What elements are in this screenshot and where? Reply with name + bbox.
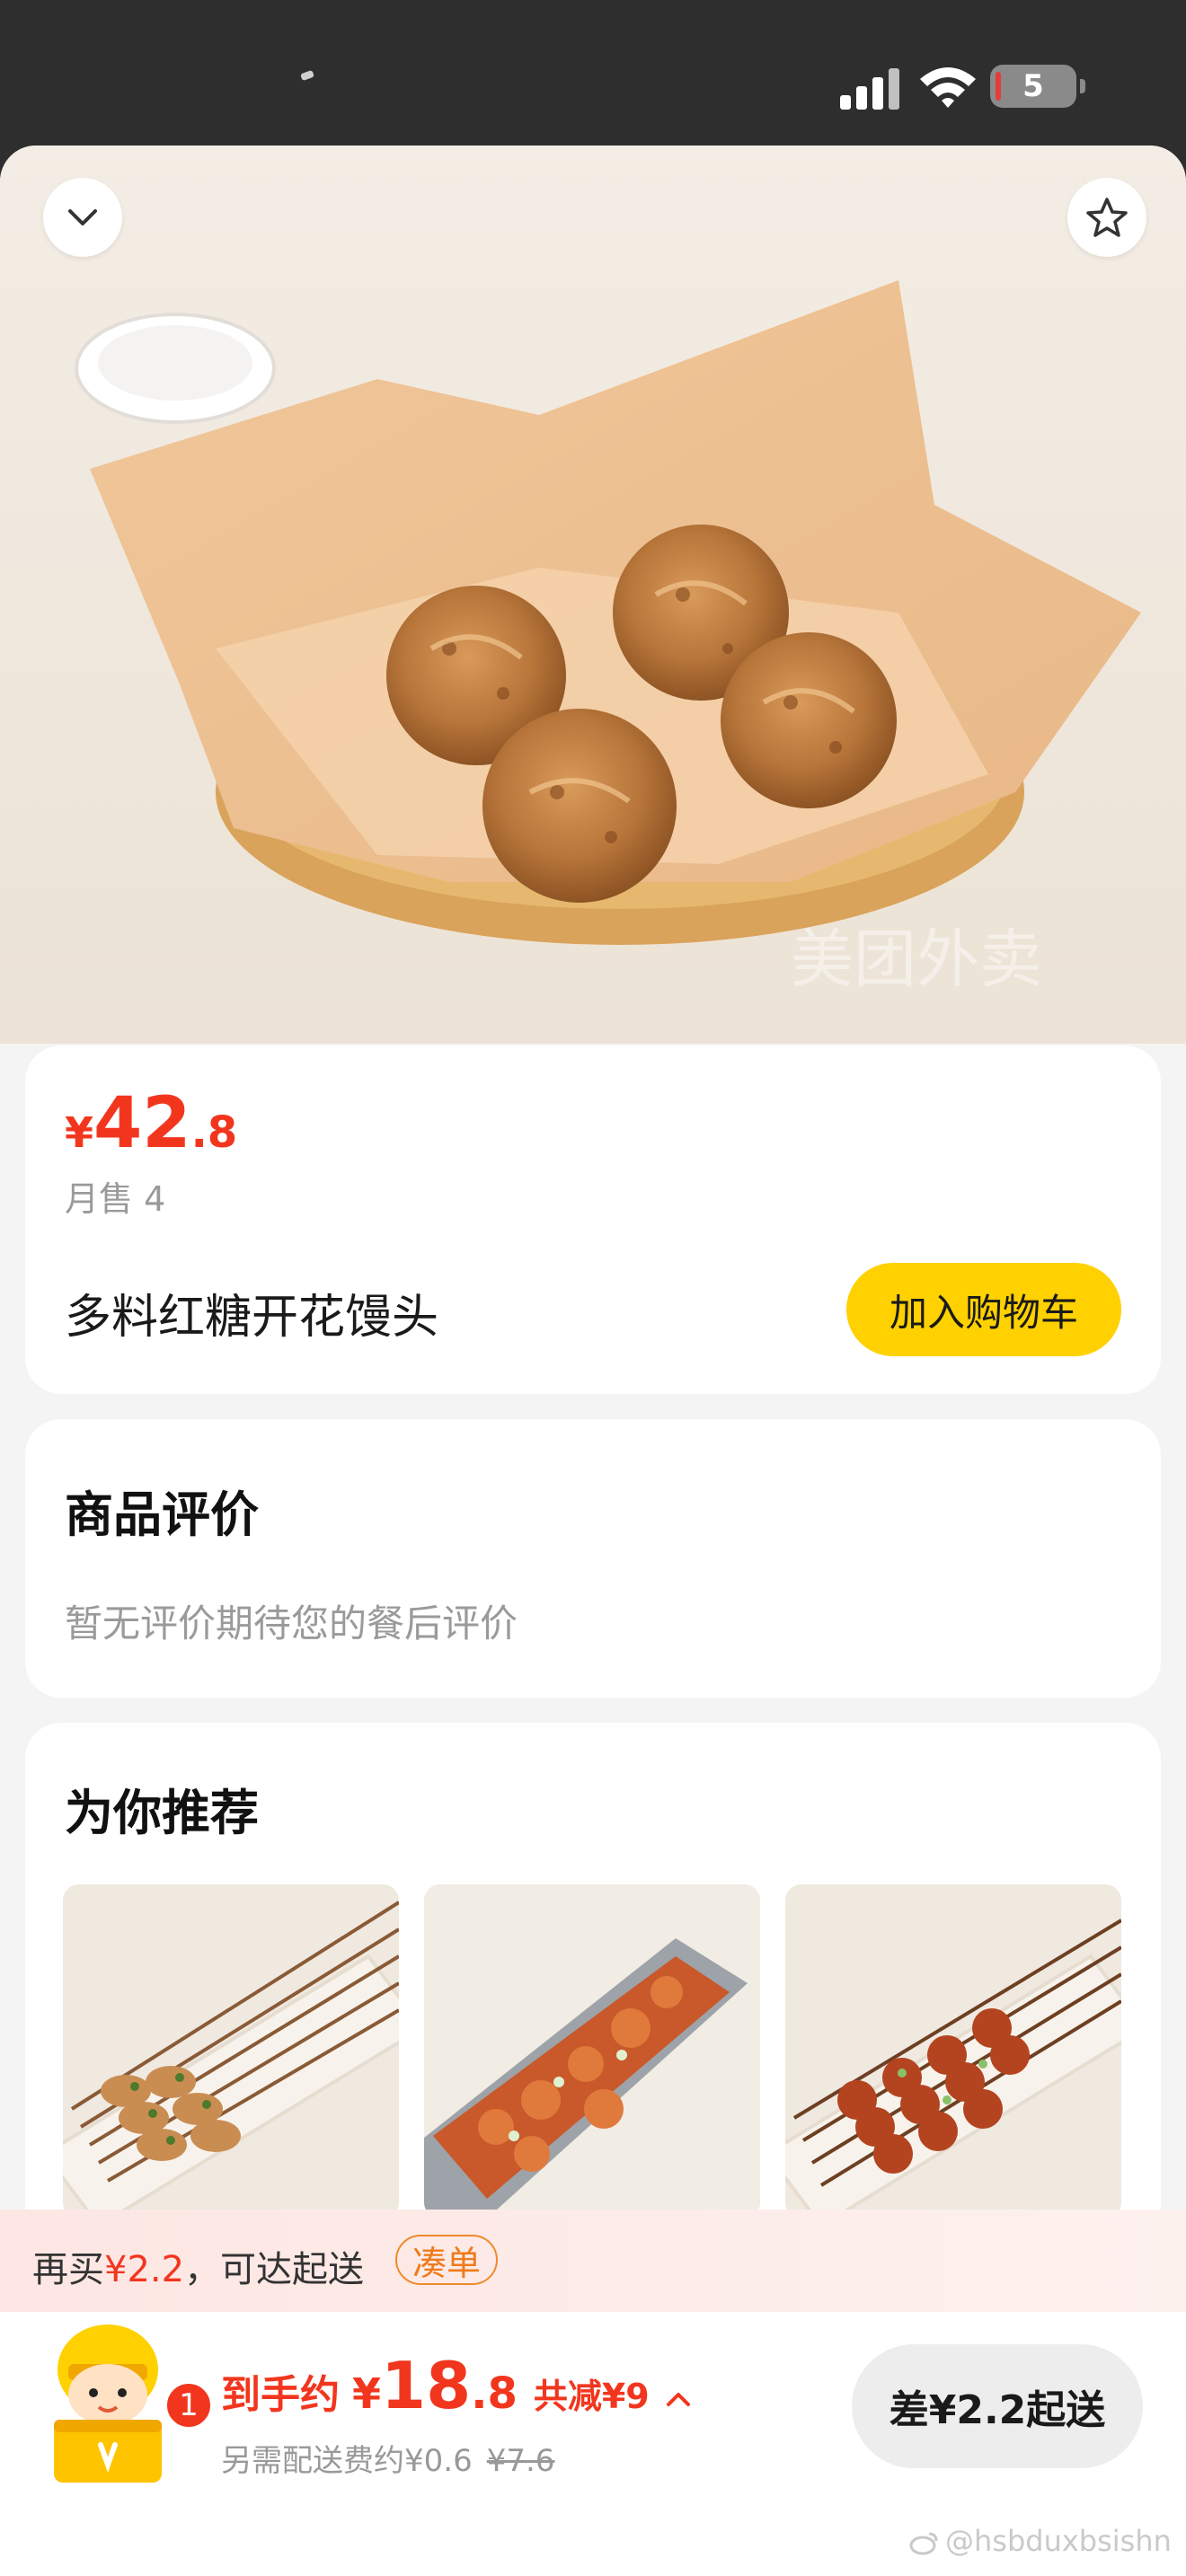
reviews-empty-text: 暂无评价期待您的餐后评价 <box>65 1601 518 1645</box>
promo-prefix: 再买 <box>32 2249 104 2290</box>
min-order-text: 再买¥2.2，可达起送 <box>32 2240 364 2292</box>
battery-icon: 5 <box>990 65 1085 108</box>
cart-count-badge: 1 <box>164 2380 214 2430</box>
wifi-icon <box>920 67 976 108</box>
product-image: 美团外卖 <box>0 146 1186 1044</box>
delivery-fee-line: 另需配送费约¥0.6 ¥7.6 <box>221 2436 554 2480</box>
status-bar: 5 <box>0 0 1186 153</box>
star-icon <box>1086 198 1128 237</box>
recommend-item-3[interactable] <box>785 1884 1121 2219</box>
grilled-skewers-image <box>63 1884 399 2219</box>
min-order-shortfall-button[interactable]: 差¥2.2起送 <box>852 2344 1143 2468</box>
add-on-items-button[interactable]: 凑单 <box>395 2235 498 2285</box>
favorite-button[interactable] <box>1067 178 1146 257</box>
price-decimal: .8 <box>190 1107 238 1158</box>
chevron-up-icon <box>666 2392 690 2406</box>
product-info-card: ¥42.8 月售 4 多料红糖开花馒头 加入购物车 <box>25 1045 1161 1394</box>
currency-symbol: ¥ <box>65 1108 94 1157</box>
reviews-title: 商品评价 <box>65 1486 259 1543</box>
spicy-crayfish-image <box>424 1884 760 2219</box>
min-order-promo-strip: 再买¥2.2，可达起送 凑单 <box>0 2210 1186 2312</box>
final-price-decimal: .8 <box>471 2369 518 2419</box>
cellular-signal-icon <box>840 65 903 110</box>
steamed-buns-illustration: 美团外卖 <box>75 280 1141 994</box>
collapse-button[interactable] <box>43 178 122 257</box>
battery-level: 5 <box>1022 68 1044 104</box>
final-currency: ¥ <box>352 2369 382 2418</box>
final-price-label: 到手约 <box>221 2372 340 2418</box>
price-integer: 42 <box>93 1083 191 1164</box>
cart-button[interactable]: 1 <box>36 2319 214 2490</box>
recommend-title: 为你推荐 <box>65 1785 259 1841</box>
final-price-integer: 18 <box>381 2348 472 2423</box>
discount-text: 共减¥9 <box>533 2377 650 2416</box>
monthly-sales: 月售 4 <box>65 1179 166 1219</box>
chevron-down-icon <box>68 209 97 225</box>
add-to-cart-button[interactable]: 加入购物车 <box>846 1263 1121 1356</box>
svg-text:美团外卖: 美团外卖 <box>791 924 1042 994</box>
delivery-fee-note: 另需配送费约¥0.6 <box>221 2443 473 2479</box>
original-delivery-fee: ¥7.6 <box>486 2443 555 2479</box>
product-name: 多料红糖开花馒头 <box>65 1291 439 1345</box>
recommend-item-1[interactable] <box>63 1884 399 2219</box>
product-price: ¥42.8 <box>65 1083 237 1164</box>
checkout-bar: 1 到手约 ¥18.8 共减¥9 另需配送费约¥0.6 ¥7.6 差¥2.2起送 @h… <box>0 2312 1186 2576</box>
promo-amount: ¥2.2 <box>104 2249 185 2290</box>
glazed-skewers-image <box>785 1884 1121 2219</box>
total-line: 到手约 ¥18.8 共减¥9 <box>221 2348 692 2423</box>
reviews-card: 商品评价 暂无评价期待您的餐后评价 <box>25 1419 1161 1698</box>
status-indicator <box>300 69 314 82</box>
promo-suffix: ，可达起送 <box>184 2249 365 2290</box>
watermark: @hsbduxbsishn <box>909 2524 1172 2558</box>
weibo-icon <box>909 2532 938 2555</box>
watermark-text: @hsbduxbsishn <box>945 2524 1172 2558</box>
discount-toggle[interactable]: 共减¥9 <box>534 2377 692 2416</box>
recommend-item-2[interactable] <box>424 1884 760 2219</box>
